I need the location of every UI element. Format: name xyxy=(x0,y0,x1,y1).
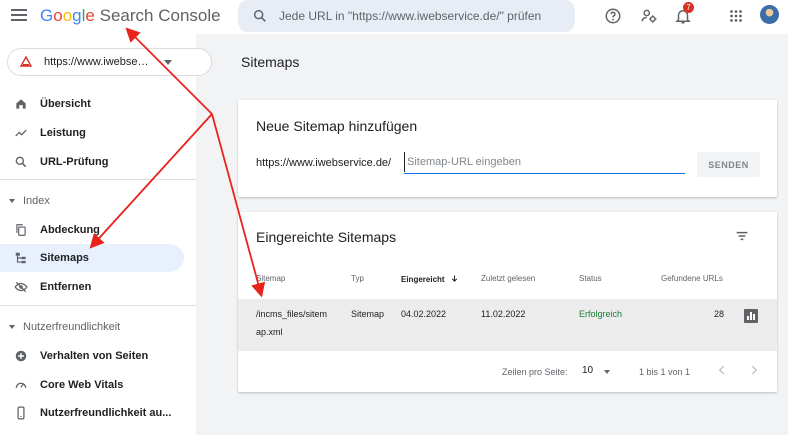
sidebar-divider xyxy=(0,179,196,180)
column-header-found-urls[interactable]: Gefundene URLs xyxy=(661,274,723,283)
filter-icon[interactable] xyxy=(734,228,750,244)
table-row[interactable]: /incms_files/sitem ap.xml Sitemap 04.02.… xyxy=(238,299,777,351)
sitemap-url-input[interactable] xyxy=(404,152,685,172)
product-logo[interactable]: Google Search Console xyxy=(40,6,221,26)
search-icon xyxy=(15,156,27,168)
chevron-right-icon[interactable] xyxy=(747,363,761,377)
section-label: Nutzerfreundlichkeit xyxy=(23,321,121,333)
notification-badge: 7 xyxy=(683,2,694,13)
speed-icon xyxy=(15,382,27,389)
sitemap-submitted: 04.02.2022 xyxy=(401,309,447,319)
property-url: https://www.iwebservice.de/ xyxy=(44,56,152,68)
add-circle-icon xyxy=(15,350,27,362)
sidebar-item-label: URL-Prüfung xyxy=(40,156,109,168)
bar-chart-icon[interactable] xyxy=(744,309,758,323)
column-header-status[interactable]: Status xyxy=(579,274,602,283)
sidebar-item-label: Core Web Vitals xyxy=(40,379,124,391)
add-sitemap-title: Neue Sitemap hinzufügen xyxy=(256,118,418,134)
rows-per-page-value: 10 xyxy=(582,365,594,376)
chevron-down-icon xyxy=(164,60,172,65)
submit-button[interactable]: SENDEN xyxy=(697,152,760,177)
logo-letter: g xyxy=(72,6,82,25)
column-header-submitted[interactable]: Eingereicht xyxy=(401,274,459,284)
sidebar-item-page-experience[interactable]: Verhalten von Seiten xyxy=(0,342,184,370)
sitemap-url-count: 28 xyxy=(714,309,725,319)
copy-icon xyxy=(16,224,26,236)
sitemap-path-line2: ap.xml xyxy=(256,327,283,337)
sidebar-item-coverage[interactable]: Abdeckung xyxy=(0,216,184,244)
sidebar-item-mobile-usability[interactable]: Nutzerfreundlichkeit au... xyxy=(0,399,184,427)
trending-icon xyxy=(15,129,27,137)
home-icon xyxy=(16,99,26,109)
sitemap-path-line1: /incms_files/sitem xyxy=(256,309,328,319)
apps-grid-icon[interactable] xyxy=(727,7,745,25)
sidebar-section-usability[interactable]: Nutzerfreundlichkeit xyxy=(9,321,120,333)
property-selector[interactable]: https://www.iwebservice.de/ xyxy=(7,48,212,76)
logo-letter: o xyxy=(53,6,63,25)
sidebar-item-label: Entfernen xyxy=(40,281,92,293)
sitemap-url-prefix: https://www.iwebservice.de/ xyxy=(256,157,392,169)
logo-letter: G xyxy=(40,6,54,25)
sidebar-item-removals[interactable]: Entfernen xyxy=(0,273,184,301)
sidebar-item-core-web-vitals[interactable]: Core Web Vitals xyxy=(0,371,184,399)
column-header-type[interactable]: Typ xyxy=(351,274,364,283)
menu-icon[interactable] xyxy=(11,9,27,21)
collapse-icon xyxy=(9,325,15,330)
sidebar-item-overview[interactable]: Übersicht xyxy=(0,90,184,118)
column-header-label: Eingereicht xyxy=(401,275,445,284)
sidebar-item-label: Abdeckung xyxy=(40,224,100,236)
pagination-range: 1 bis 1 von 1 xyxy=(639,367,691,377)
sidebar-item-label: Nutzerfreundlichkeit au... xyxy=(40,407,172,419)
add-sitemap-card: Neue Sitemap hinzufügen https://www.iweb… xyxy=(238,100,777,197)
submitted-sitemaps-card: Eingereichte Sitemaps Sitemap Typ Einger… xyxy=(238,212,777,392)
rows-per-page-select[interactable]: 10 xyxy=(582,365,612,379)
sidebar-item-label: Verhalten von Seiten xyxy=(40,350,149,362)
page-title: Sitemaps xyxy=(241,54,300,70)
logo-letter: e xyxy=(85,6,95,25)
arrow-down-icon xyxy=(451,275,457,282)
logo-letter: o xyxy=(62,6,73,25)
column-header-sitemap[interactable]: Sitemap xyxy=(256,274,285,283)
help-icon[interactable] xyxy=(604,7,622,25)
collapse-icon xyxy=(9,199,15,204)
sitemap-url-field xyxy=(404,152,685,174)
account-avatar[interactable] xyxy=(760,5,779,24)
rows-per-page-label: Zeilen pro Seite: xyxy=(502,367,568,377)
top-bar: Google Search Console Jede URL in "https… xyxy=(0,0,788,34)
sidebar-item-label: Leistung xyxy=(40,127,86,139)
manage-users-icon[interactable] xyxy=(640,7,658,25)
sidebar-item-label: Übersicht xyxy=(40,98,91,110)
sitemap-last-read: 11.02.2022 xyxy=(481,309,526,319)
site-favicon-icon xyxy=(20,56,32,67)
column-header-last-read[interactable]: Zuletzt gelesen xyxy=(481,274,535,283)
search-placeholder: Jede URL in "https://www.iwebservice.de/… xyxy=(279,9,542,23)
sidebar-item-label: Sitemaps xyxy=(40,252,89,264)
url-inspection-search[interactable]: Jede URL in "https://www.iwebservice.de/… xyxy=(238,0,575,32)
submitted-sitemaps-title: Eingereichte Sitemaps xyxy=(256,229,397,245)
status-badge: Erfolgreich xyxy=(579,309,623,319)
section-label: Index xyxy=(23,195,50,207)
google-wordmark: Google xyxy=(40,6,100,25)
product-name: Search Console xyxy=(99,6,221,25)
sidebar-item-sitemaps[interactable]: Sitemaps xyxy=(0,244,184,272)
visibility-off-icon xyxy=(14,281,28,293)
sitemap-icon xyxy=(15,252,26,264)
chevron-down-icon xyxy=(604,370,610,374)
chevron-left-icon[interactable] xyxy=(715,363,729,377)
sitemap-type: Sitemap xyxy=(351,309,385,319)
sidebar-divider xyxy=(0,305,196,306)
search-icon xyxy=(253,9,266,22)
phone-icon xyxy=(17,406,25,420)
sidebar: https://www.iwebservice.de/ Übersicht Le… xyxy=(0,34,212,435)
sidebar-item-url-inspection[interactable]: URL-Prüfung xyxy=(0,148,184,176)
sidebar-item-performance[interactable]: Leistung xyxy=(0,119,184,147)
sidebar-section-index[interactable]: Index xyxy=(9,195,50,207)
